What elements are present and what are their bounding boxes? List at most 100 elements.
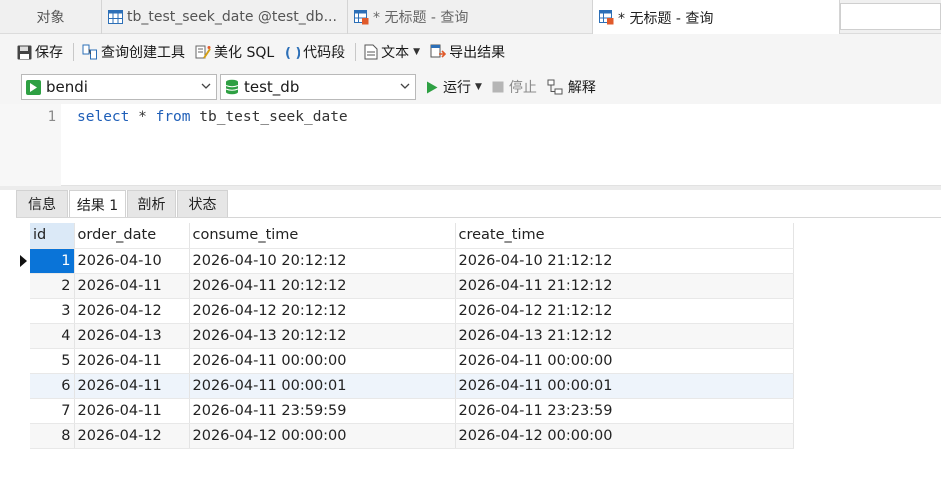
cell-id[interactable]: 2 [30,273,75,299]
cell-consume-time[interactable]: 2026-04-12 20:12:12 [189,298,456,324]
cell-create-time[interactable]: 2026-04-11 23:23:59 [455,398,794,424]
tab-result-1[interactable]: 结果 1 [69,190,126,218]
column-header-id[interactable]: id [30,223,75,249]
floppy-icon [17,45,32,59]
table-row[interactable]: 3 2026-04-12 2026-04-12 20:12:12 2026-04… [16,298,794,324]
tab-info[interactable]: 信息 [16,190,68,217]
svg-text:( ): ( ) [285,46,300,60]
cell-id[interactable]: 1 [30,248,75,274]
cell-id[interactable]: 3 [30,298,75,324]
cell-consume-time[interactable]: 2026-04-11 23:59:59 [189,398,456,424]
row-indicator [16,398,30,423]
cell-consume-time[interactable]: 2026-04-11 20:12:12 [189,273,456,299]
cell-create-time[interactable]: 2026-04-11 21:12:12 [455,273,794,299]
cell-order-date[interactable]: 2026-04-13 [74,323,190,349]
database-icon [225,79,239,95]
save-button[interactable]: 保存 [17,42,63,62]
code-snippet-button[interactable]: ( ) 代码段 [284,42,345,62]
row-indicator-header [16,223,30,248]
line-number: 1 [47,109,56,125]
cell-id[interactable]: 5 [30,348,75,374]
tab-query-untitled-2-label: * 无标题 - 查询 [618,10,714,27]
tab-query-untitled-1[interactable]: * 无标题 - 查询 [348,0,593,34]
query-builder-icon [82,44,97,60]
run-button[interactable]: 运行 ▼ [426,77,482,97]
cell-id[interactable]: 4 [30,323,75,349]
tab-search-input[interactable] [840,3,941,30]
cell-order-date[interactable]: 2026-04-11 [74,348,190,374]
table-row[interactable]: 8 2026-04-12 2026-04-12 00:00:00 2026-04… [16,423,794,449]
table-icon [108,10,123,24]
cell-order-date[interactable]: 2026-04-12 [74,423,190,449]
table-row[interactable]: 1 2026-04-10 2026-04-10 20:12:12 2026-04… [16,248,794,274]
cell-order-date[interactable]: 2026-04-11 [74,273,190,299]
text-mode-label: 文本 [381,45,410,61]
chevron-down-icon [201,83,211,89]
tab-status[interactable]: 状态 [177,190,228,217]
cell-create-time[interactable]: 2026-04-11 00:00:01 [455,373,794,399]
table-row[interactable]: 4 2026-04-13 2026-04-13 20:12:12 2026-04… [16,323,794,349]
save-label: 保存 [35,45,63,61]
beautify-sql-button[interactable]: 美化 SQL [195,42,274,62]
toolbar-divider [73,43,74,61]
table-row[interactable]: 2 2026-04-11 2026-04-11 20:12:12 2026-04… [16,273,794,299]
cell-create-time[interactable]: 2026-04-10 21:12:12 [455,248,794,274]
tab-query-untitled-2-active[interactable]: * 无标题 - 查询 [593,0,840,35]
export-results-button[interactable]: 导出结果 [430,42,505,62]
grid-header-row: id order_date consume_time create_time [16,223,794,249]
stop-button[interactable]: 停止 [492,77,537,97]
document-icon [364,44,378,60]
table-row[interactable]: 5 2026-04-11 2026-04-11 00:00:00 2026-04… [16,348,794,374]
cell-consume-time[interactable]: 2026-04-13 20:12:12 [189,323,456,349]
connection-icon [26,79,41,95]
cell-order-date[interactable]: 2026-04-11 [74,398,190,424]
column-header-order-date[interactable]: order_date [74,223,190,249]
table-row[interactable]: 7 2026-04-11 2026-04-11 23:59:59 2026-04… [16,398,794,424]
export-results-label: 导出结果 [449,45,506,61]
query-icon [354,9,369,24]
result-grid: id order_date consume_time create_time 1… [16,223,794,449]
cell-consume-time[interactable]: 2026-04-12 00:00:00 [189,423,456,449]
database-name: test_db [244,78,300,96]
explain-button[interactable]: 解释 [547,77,596,97]
braces-icon: ( ) [285,46,300,60]
stop-label: 停止 [508,80,537,96]
text-mode-dropdown[interactable]: 文本 ▼ [364,42,420,62]
row-indicator [16,273,30,298]
query-builder-button[interactable]: 查询创建工具 [82,42,185,62]
tab-objects[interactable]: 对象 [0,0,102,34]
query-toolbar: 保存 查询创建工具 美化 SQL ( ) 代码段 文本 ▼ 导出结果 [0,34,941,70]
cell-create-time[interactable]: 2026-04-13 21:12:12 [455,323,794,349]
connection-select[interactable]: bendi [21,74,217,100]
row-indicator [16,298,30,323]
cell-order-date[interactable]: 2026-04-12 [74,298,190,324]
connection-bar: bendi test_db 运行 ▼ 停止 解释 [0,70,941,104]
tab-profile[interactable]: 剖析 [127,190,176,217]
column-header-create-time[interactable]: create_time [455,223,794,249]
database-select[interactable]: test_db [220,74,416,100]
export-icon [430,44,447,58]
stop-icon [492,81,504,93]
column-header-consume-time[interactable]: consume_time [189,223,456,249]
table-row[interactable]: 6 2026-04-11 2026-04-11 00:00:01 2026-04… [16,373,794,399]
cell-id[interactable]: 6 [30,373,75,399]
code-snippet-label: 代码段 [303,45,346,61]
tab-table-data[interactable]: tb_test_seek_date @test_db... [102,0,348,34]
cell-consume-time[interactable]: 2026-04-11 00:00:00 [189,348,456,374]
cell-create-time[interactable]: 2026-04-12 00:00:00 [455,423,794,449]
cell-order-date[interactable]: 2026-04-10 [74,248,190,274]
cell-id[interactable]: 8 [30,423,75,449]
sql-editor[interactable]: 1 select * from tb_test_seek_date [0,104,941,186]
cell-id[interactable]: 7 [30,398,75,424]
cell-create-time[interactable]: 2026-04-11 00:00:00 [455,348,794,374]
row-indicator [16,323,30,348]
row-indicator [16,348,30,373]
cell-consume-time[interactable]: 2026-04-10 20:12:12 [189,248,456,274]
sql-code-line[interactable]: select * from tb_test_seek_date [77,109,348,125]
cell-create-time[interactable]: 2026-04-12 21:12:12 [455,298,794,324]
cell-consume-time[interactable]: 2026-04-11 00:00:01 [189,373,456,399]
result-grid-area: id order_date consume_time create_time 1… [16,217,941,479]
explain-icon [547,79,563,95]
chevron-down-icon [400,83,410,89]
cell-order-date[interactable]: 2026-04-11 [74,373,190,399]
